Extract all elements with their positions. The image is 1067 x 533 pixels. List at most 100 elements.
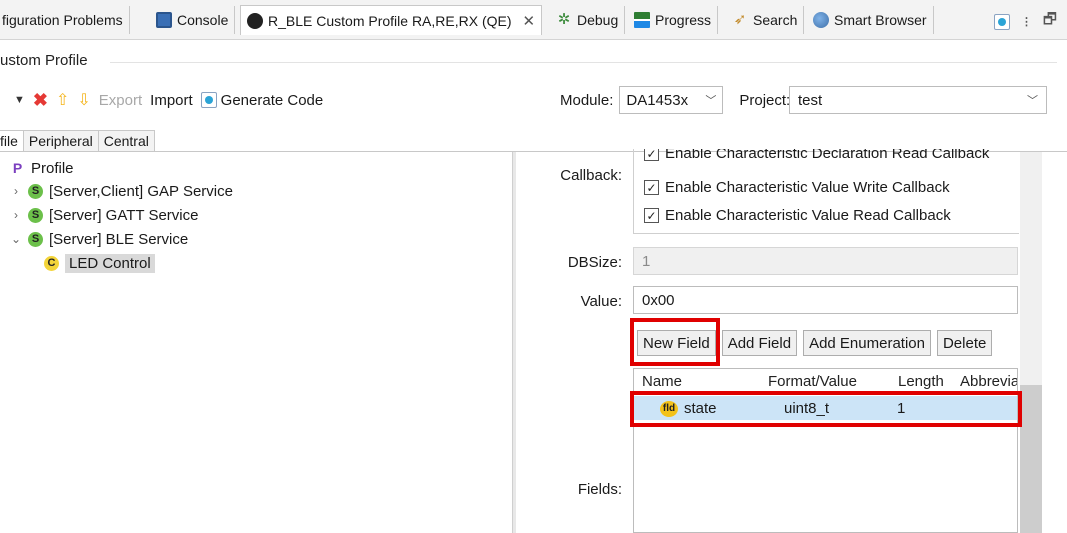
tree-item-gap-service[interactable]: › S [Server,Client] GAP Service [10,180,233,202]
view-menu-icon[interactable]: ⁝ [1024,13,1029,31]
move-up-icon[interactable]: ⇧ [56,90,69,110]
field-name: state [684,400,717,417]
generate-code-button[interactable]: Generate Code [200,91,324,109]
table-cell-format: uint8_t [784,400,830,417]
callback-option-label: Enable Characteristic Value Write Callba… [665,179,950,196]
chevron-right-icon[interactable]: › [10,184,22,198]
tab-configuration-problems[interactable]: figuration Problems [0,6,130,34]
generate-code-icon [200,92,217,108]
value-text: 0x00 [642,291,675,309]
dbsize-value: 1 [642,252,651,270]
fields-label: Fields: [577,481,622,498]
tree-item-gatt-service[interactable]: › S [Server] GATT Service [10,204,198,226]
tab-console[interactable]: Console [150,6,236,34]
view-tools: ⁝ 🗗 [994,9,1057,34]
column-header[interactable]: Length [898,373,944,390]
tab-peripheral[interactable]: Peripheral [22,130,99,152]
column-header[interactable]: Abbrevia [960,373,1017,390]
characteristic-icon: C [44,255,59,271]
splitter-handle[interactable] [512,152,516,533]
tree-item-ble-service[interactable]: ⌄ S [Server] BLE Service [10,228,188,250]
checkbox-checked-icon[interactable]: ✓ [644,149,659,161]
panel-title: ustom Profile [0,52,88,69]
callback-label: Callback: [560,167,622,184]
table-cell-length: 1 [897,400,906,417]
tree-item-label: [Server] BLE Service [49,230,189,248]
dropdown-arrow-icon[interactable]: ▼ [14,94,25,106]
chevron-down-icon: ﹀ [1027,95,1038,107]
profile-icon: P [12,160,23,176]
chevron-down-icon: ﹀ [705,95,717,107]
callback-option[interactable]: ✓ Enable Characteristic Value Read Callb… [644,207,951,224]
service-icon: S [28,231,43,247]
tab-label: Smart Browser [834,12,927,28]
export-button[interactable]: Export [99,92,142,109]
tab-debug[interactable]: ✲ Debug [550,6,626,34]
fields-table: Name Format/Value Length Abbrevia fld st… [633,368,1018,533]
tab-label: Search [753,12,798,28]
new-field-button[interactable]: New Field [637,330,716,356]
value-label: Value: [580,293,622,310]
tab-label: figuration Problems [2,12,123,28]
chevron-right-icon[interactable]: › [10,208,22,222]
add-enumeration-button[interactable]: Add Enumeration [803,330,931,356]
module-value: DA1453x [626,91,689,109]
module-label: Module: [560,91,614,109]
console-icon [156,12,172,28]
tab-label: R_BLE Custom Profile RA,RE,RX (QE) [268,12,512,29]
column-header[interactable]: Format/Value [768,373,857,390]
import-button[interactable]: Import [150,92,193,109]
callback-option-label: Enable Characteristic Declaration Read C… [665,149,990,162]
search-icon: ➶ [733,11,747,28]
role-tabs: file Peripheral Central [0,130,155,152]
scrollbar-thumb[interactable] [1020,385,1042,533]
divider [110,62,1057,63]
move-down-icon[interactable]: ⇩ [77,90,90,110]
module-selector: Module: DA1453x ﹀ Project: [560,86,790,114]
callback-option[interactable]: ✓ Enable Characteristic Value Write Call… [644,179,950,196]
checkbox-checked-icon[interactable]: ✓ [644,208,659,223]
field-icon: fld [660,400,678,417]
column-header[interactable]: Name [642,373,682,390]
field-buttons: New Field Add Field Add Enumeration Dele… [637,330,993,358]
service-icon: S [28,183,43,199]
delete-button[interactable]: Delete [936,330,993,356]
value-field[interactable]: 0x00 [633,286,1018,314]
table-cell-name: fld state [660,400,717,417]
add-field-button[interactable]: Add Field [721,330,798,356]
dbsize-label: DBSize: [567,254,622,271]
tree-item-profile[interactable]: P Profile [10,157,74,179]
callback-option[interactable]: ✓ Enable Characteristic Declaration Read… [644,149,989,162]
tab-profile[interactable]: file [0,130,24,152]
restore-icon[interactable]: 🗗 [1043,9,1057,34]
tree-item-label: LED Control [65,253,155,273]
callback-option-label: Enable Characteristic Value Read Callbac… [665,207,951,224]
tab-central[interactable]: Central [97,130,155,152]
view-tab-bar: figuration Problems Console R_BLE Custom… [0,0,1067,40]
dbsize-field: 1 [633,247,1018,275]
tab-smart-browser[interactable]: Smart Browser [807,6,934,34]
module-select[interactable]: DA1453x ﹀ [619,86,724,114]
tab-custom-profile[interactable]: R_BLE Custom Profile RA,RE,RX (QE) ✕ [240,5,543,35]
tree-item-led-control[interactable]: C LED Control [44,252,155,274]
tree-item-label: [Server] GATT Service [49,206,199,224]
profile-toolbar: ▼ ✖ ⇧ ⇩ Export Import Generate Code [0,86,323,114]
checkbox-checked-icon[interactable]: ✓ [644,180,659,195]
chip-icon [247,12,263,29]
delete-icon[interactable]: ✖ [33,91,48,109]
profile-tree: P Profile › S [Server,Client] GAP Servic… [0,156,512,533]
tree-item-label: [Server,Client] GAP Service [49,182,233,200]
tab-search[interactable]: ➶ Search [726,6,805,34]
project-value: test [798,91,823,109]
project-select[interactable]: test ﹀ [789,86,1047,114]
generate-code-icon[interactable] [994,13,1011,30]
progress-icon [634,12,650,28]
tab-progress[interactable]: Progress [628,6,719,34]
tab-label: Console [177,12,229,28]
chevron-down-icon[interactable]: ⌄ [10,232,22,246]
tree-item-label: Profile [31,159,74,177]
tab-label: Debug [577,12,619,28]
close-icon[interactable]: ✕ [523,12,536,30]
generate-code-label: Generate Code [220,91,324,109]
callback-options: ✓ Enable Characteristic Declaration Read… [633,149,1019,234]
